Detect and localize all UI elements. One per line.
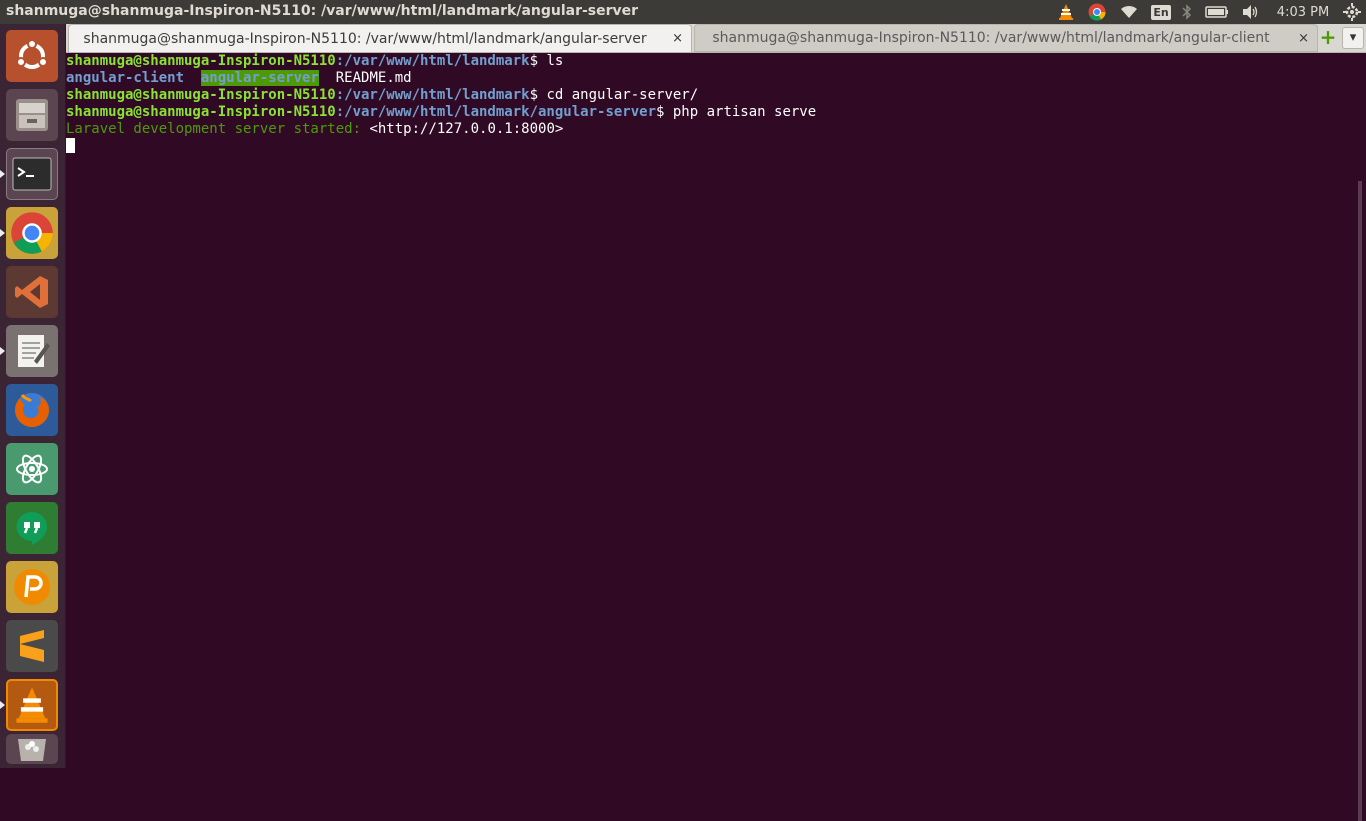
close-icon[interactable]: ×	[672, 31, 683, 46]
launcher-running-indicator	[0, 229, 5, 237]
prompt-path: :/var/www/html/landmark	[335, 87, 530, 103]
terminal-tab-bar: shanmuga@shanmuga-Inspiron-N5110: /var/w…	[66, 24, 1366, 53]
files-icon[interactable]	[6, 89, 58, 141]
server-url: <http://127.0.0.1:8000>	[361, 121, 564, 137]
terminal-line: shanmuga@shanmuga-Inspiron-N5110:/var/ww…	[66, 87, 1362, 104]
bluetooth-icon[interactable]	[1180, 0, 1194, 24]
top-panel: shanmuga@shanmuga-Inspiron-N5110: /var/w…	[0, 0, 1366, 24]
text-cursor	[66, 138, 75, 153]
command-text: $ ls	[529, 53, 564, 69]
launcher	[0, 24, 66, 768]
server-status-message: Laravel development server started:	[66, 121, 362, 137]
chrome-icon[interactable]	[1086, 0, 1108, 24]
dir-entry-highlighted: angular-server	[200, 70, 319, 86]
scrollbar[interactable]	[1358, 181, 1362, 821]
hangouts-icon[interactable]	[6, 502, 58, 554]
launcher-active-indicator	[0, 170, 5, 178]
tab-label: shanmuga@shanmuga-Inspiron-N5110: /var/w…	[712, 30, 1270, 46]
terminal-line	[66, 138, 1362, 155]
close-icon[interactable]: ×	[1298, 31, 1309, 46]
volume-icon[interactable]	[1240, 0, 1262, 24]
terminal-line: shanmuga@shanmuga-Inspiron-N5110:/var/ww…	[66, 53, 1362, 70]
chrome-icon[interactable]	[6, 207, 58, 259]
ubuntu-dash-icon[interactable]	[6, 30, 58, 82]
command-text: $ php artisan serve	[656, 104, 817, 120]
wifi-icon[interactable]	[1118, 0, 1140, 24]
settings-gear-icon[interactable]	[1340, 0, 1364, 24]
text-editor-icon[interactable]	[6, 325, 58, 377]
sublime-text-icon[interactable]	[6, 620, 58, 672]
chevron-down-icon: ▾	[1349, 30, 1357, 45]
keyboard-layout-indicator[interactable]: En	[1150, 0, 1172, 24]
prompt-user: shanmuga@shanmuga-Inspiron-N5110	[66, 53, 336, 69]
terminal-output[interactable]: shanmuga@shanmuga-Inspiron-N5110:/var/ww…	[66, 53, 1362, 821]
clock[interactable]: 4:03 PM	[1272, 0, 1334, 24]
prompt-user: shanmuga@shanmuga-Inspiron-N5110	[66, 87, 336, 103]
tab-angular-server[interactable]: shanmuga@shanmuga-Inspiron-N5110: /var/w…	[68, 24, 692, 52]
tab-menu-button[interactable]: ▾	[1342, 27, 1364, 49]
launcher-running-indicator	[0, 347, 5, 355]
vlc-icon[interactable]	[1056, 0, 1076, 24]
trash-icon[interactable]	[6, 734, 58, 764]
file-entry: README.md	[335, 70, 412, 86]
firefox-icon[interactable]	[6, 384, 58, 436]
pushbullet-icon[interactable]	[6, 561, 58, 613]
battery-icon[interactable]	[1204, 0, 1230, 24]
terminal-line: angular-client angular-server README.md	[66, 70, 1362, 87]
command-text: $ cd angular-server/	[529, 87, 699, 103]
new-tab-button[interactable]: +	[1318, 25, 1338, 49]
prompt-path: :/var/www/html/landmark	[335, 53, 530, 69]
terminal-line: shanmuga@shanmuga-Inspiron-N5110:/var/ww…	[66, 104, 1362, 121]
tab-angular-client[interactable]: shanmuga@shanmuga-Inspiron-N5110: /var/w…	[694, 24, 1318, 52]
dir-entry: angular-client	[66, 70, 185, 86]
terminal-icon[interactable]	[6, 148, 58, 200]
prompt-user: shanmuga@shanmuga-Inspiron-N5110	[66, 104, 336, 120]
tab-label: shanmuga@shanmuga-Inspiron-N5110: /var/w…	[83, 30, 647, 47]
window-title: shanmuga@shanmuga-Inspiron-N5110: /var/w…	[6, 3, 639, 19]
launcher-running-indicator	[0, 701, 5, 709]
atom-icon[interactable]	[6, 443, 58, 495]
prompt-path: :/var/www/html/landmark/angular-server	[335, 104, 657, 120]
keyboard-icon: En	[1151, 4, 1171, 20]
vlc-icon[interactable]	[6, 679, 58, 731]
visual-studio-code-icon[interactable]	[6, 266, 58, 318]
terminal-line: Laravel development server started: <htt…	[66, 121, 1362, 138]
